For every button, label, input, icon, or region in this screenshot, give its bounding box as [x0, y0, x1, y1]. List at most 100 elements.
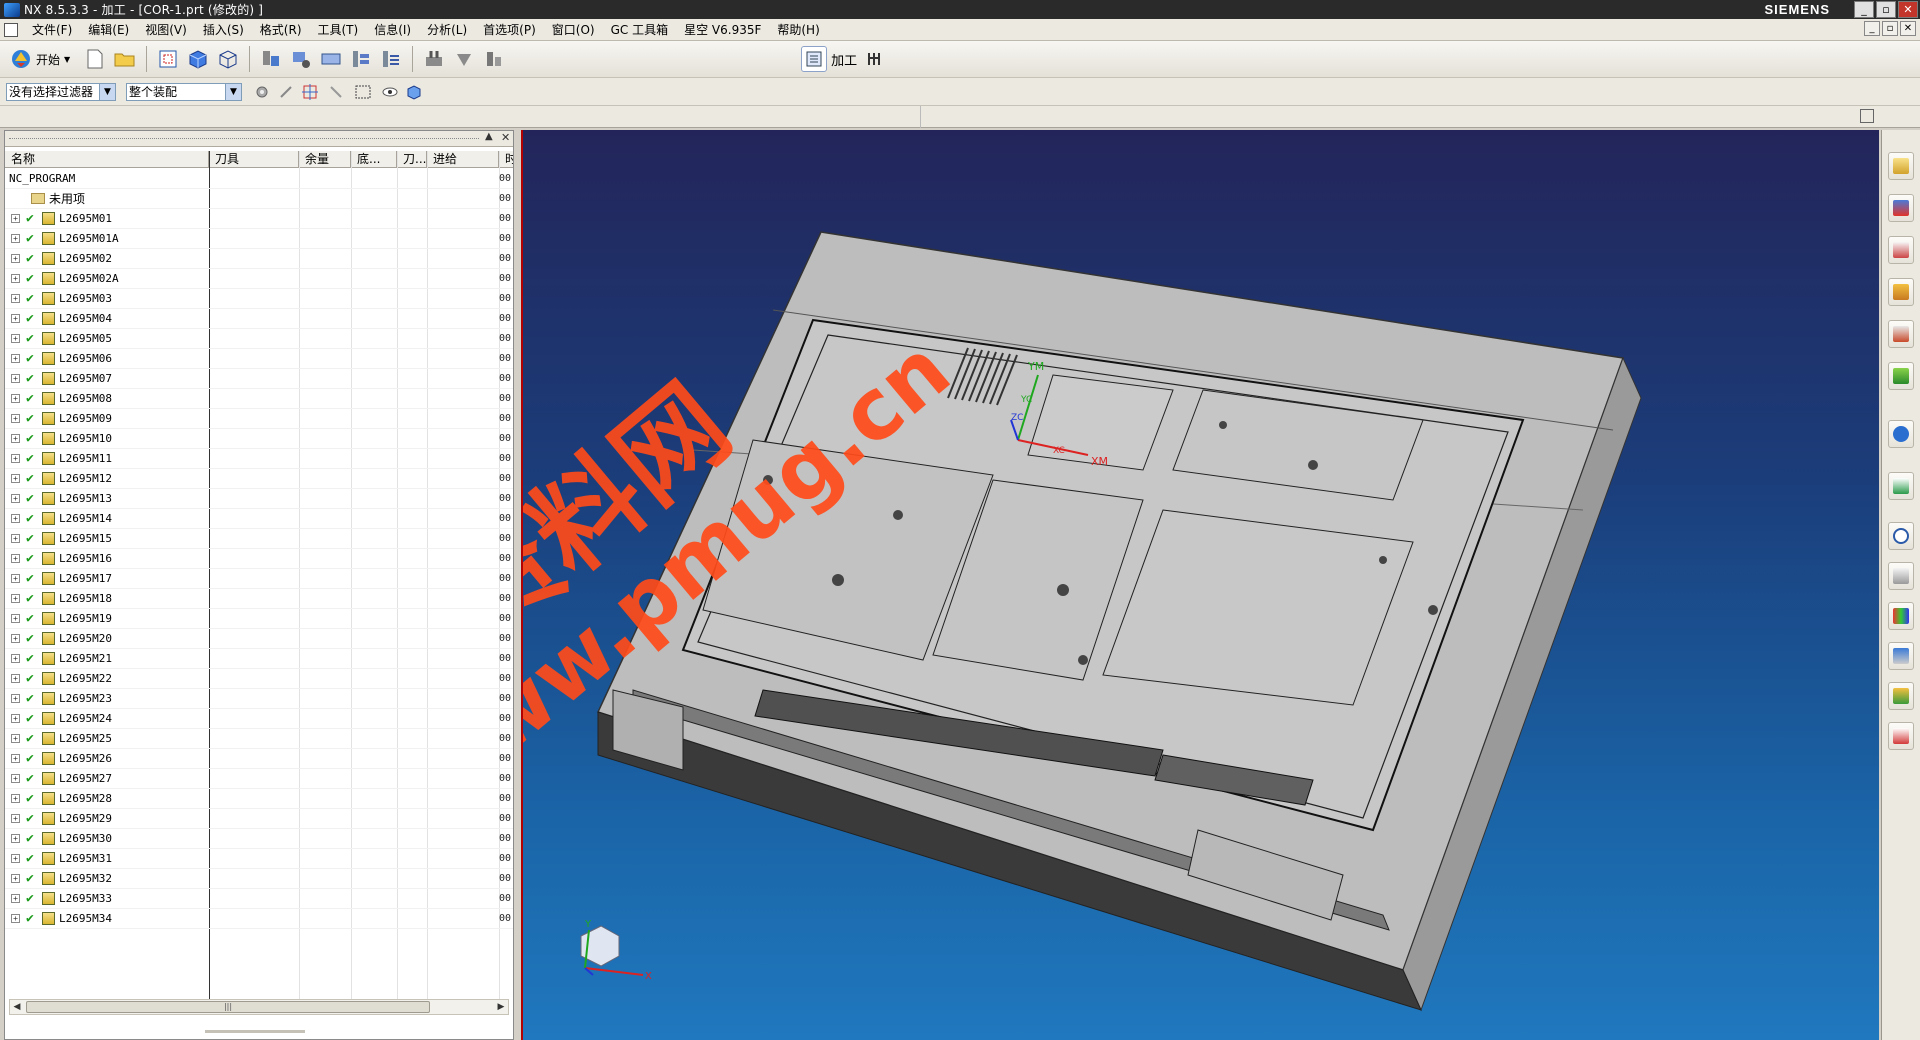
tree-root-row[interactable]: NC_PROGRAM 00: [5, 169, 513, 189]
manufacturing-wizard-tab[interactable]: [1888, 642, 1914, 670]
create-geometry-button[interactable]: [318, 46, 344, 72]
minimize-button[interactable]: _: [1854, 1, 1874, 18]
verify-toolpath-button[interactable]: [451, 46, 477, 72]
rectangle-select-button[interactable]: [350, 82, 376, 102]
doc-restore-button[interactable]: ▫: [1882, 21, 1898, 36]
close-button[interactable]: ✕: [1898, 1, 1918, 18]
operation-row[interactable]: + ✔ L2695M27 00: [5, 769, 513, 789]
history-tab[interactable]: [1888, 522, 1914, 550]
expand-icon[interactable]: +: [11, 834, 20, 843]
expand-icon[interactable]: +: [11, 274, 20, 283]
expand-icon[interactable]: +: [11, 794, 20, 803]
col-tool[interactable]: 刀具: [209, 151, 299, 167]
operation-row[interactable]: + ✔ L2695M03 00: [5, 289, 513, 309]
expand-icon[interactable]: +: [11, 894, 20, 903]
operation-row[interactable]: + ✔ L2695M14 00: [5, 509, 513, 529]
operation-row[interactable]: + ✔ L2695M34 00: [5, 909, 513, 929]
operation-row[interactable]: + ✔ L2695M05 00: [5, 329, 513, 349]
operation-row[interactable]: + ✔ L2695M20 00: [5, 629, 513, 649]
operation-row[interactable]: + ✔ L2695M02 00: [5, 249, 513, 269]
quick-pick-button[interactable]: [326, 82, 346, 102]
expand-icon[interactable]: +: [11, 354, 20, 363]
menu-analysis[interactable]: 分析(L): [419, 21, 475, 38]
expand-icon[interactable]: +: [11, 254, 20, 263]
generate-toolpath-button[interactable]: [421, 46, 447, 72]
expand-icon[interactable]: +: [11, 394, 20, 403]
operation-row[interactable]: + ✔ L2695M26 00: [5, 749, 513, 769]
hd3d-tab[interactable]: [1888, 320, 1914, 348]
operation-row[interactable]: + ✔ L2695M15 00: [5, 529, 513, 549]
operation-row[interactable]: + ✔ L2695M11 00: [5, 449, 513, 469]
expand-icon[interactable]: +: [11, 694, 20, 703]
expand-icon[interactable]: +: [11, 674, 20, 683]
create-method-button[interactable]: [348, 46, 374, 72]
expand-icon[interactable]: +: [11, 814, 20, 823]
operation-row[interactable]: + ✔ L2695M19 00: [5, 609, 513, 629]
expand-icon[interactable]: +: [11, 314, 20, 323]
operation-row[interactable]: + ✔ L2695M28 00: [5, 789, 513, 809]
col-stock[interactable]: 余量: [299, 151, 351, 167]
expand-icon[interactable]: +: [11, 774, 20, 783]
assembly-navigator-tab[interactable]: [1888, 152, 1914, 180]
col-tool-num[interactable]: 刀...: [397, 151, 427, 167]
expand-icon[interactable]: +: [11, 414, 20, 423]
menu-info[interactable]: 信息(I): [366, 21, 419, 38]
operation-row[interactable]: + ✔ L2695M22 00: [5, 669, 513, 689]
operation-row[interactable]: + ✔ L2695M25 00: [5, 729, 513, 749]
expand-icon[interactable]: +: [11, 734, 20, 743]
doc-minimize-button[interactable]: _: [1864, 21, 1880, 36]
postprocess-button[interactable]: [481, 46, 507, 72]
operation-row[interactable]: + ✔ L2695M13 00: [5, 489, 513, 509]
menu-insert[interactable]: 插入(S): [195, 21, 252, 38]
resize-grip[interactable]: [205, 1030, 305, 1033]
operation-row[interactable]: + ✔ L2695M06 00: [5, 349, 513, 369]
unused-items-row[interactable]: 未用项 00: [5, 189, 513, 209]
expand-icon[interactable]: +: [11, 514, 20, 523]
horizontal-scrollbar[interactable]: ◀ ||| ▶: [9, 999, 509, 1015]
expand-icon[interactable]: +: [11, 594, 20, 603]
operation-row[interactable]: + ✔ L2695M01 00: [5, 209, 513, 229]
type-filter-select[interactable]: 没有选择过滤器 ▼: [6, 82, 116, 101]
operation-row[interactable]: + ✔ L2695M01A 00: [5, 229, 513, 249]
graphics-window[interactable]: YM XM ZC YC XC X Y 编程资料网 www.pmug.cn: [521, 130, 1879, 1040]
doc-close-button[interactable]: ✕: [1900, 21, 1916, 36]
start-button[interactable]: 开始 ▼: [4, 45, 76, 73]
operation-row[interactable]: + ✔ L2695M18 00: [5, 589, 513, 609]
create-operation-button[interactable]: [378, 46, 404, 72]
expand-icon[interactable]: +: [11, 474, 20, 483]
operation-navigator-tab[interactable]: [1888, 362, 1914, 390]
operation-row[interactable]: + ✔ L2695M02A 00: [5, 269, 513, 289]
col-feed[interactable]: 进给: [427, 151, 499, 167]
operation-row[interactable]: + ✔ L2695M32 00: [5, 869, 513, 889]
col-name[interactable]: 名称: [5, 151, 209, 167]
expand-icon[interactable]: +: [11, 214, 20, 223]
expand-icon[interactable]: +: [11, 754, 20, 763]
expand-icon[interactable]: +: [11, 714, 20, 723]
operation-row[interactable]: + ✔ L2695M23 00: [5, 689, 513, 709]
expand-icon[interactable]: +: [11, 434, 20, 443]
expand-icon[interactable]: +: [11, 374, 20, 383]
operation-row[interactable]: + ✔ L2695M31 00: [5, 849, 513, 869]
fit-view-button[interactable]: [155, 46, 181, 72]
expand-icon[interactable]: +: [11, 654, 20, 663]
expand-icon[interactable]: +: [11, 294, 20, 303]
operation-row[interactable]: + ✔ L2695M29 00: [5, 809, 513, 829]
menu-view[interactable]: 视图(V): [137, 21, 195, 38]
constraint-navigator-tab[interactable]: [1888, 194, 1914, 222]
expand-icon[interactable]: +: [11, 234, 20, 243]
operation-row[interactable]: + ✔ L2695M04 00: [5, 309, 513, 329]
menu-xingkong[interactable]: 星空 V6.935F: [676, 21, 769, 38]
operation-row[interactable]: + ✔ L2695M24 00: [5, 709, 513, 729]
roles-tab[interactable]: [1888, 682, 1914, 710]
web-browser-tab[interactable]: [1888, 472, 1914, 500]
delete-button[interactable]: [861, 46, 887, 72]
menu-tools[interactable]: 工具(T): [310, 21, 367, 38]
create-program-button[interactable]: [258, 46, 284, 72]
menu-window[interactable]: 窗口(O): [544, 21, 603, 38]
machining-button[interactable]: 加工: [831, 46, 857, 72]
snap-point-button[interactable]: [276, 82, 296, 102]
information-tab[interactable]: [1888, 420, 1914, 448]
expand-icon[interactable]: +: [11, 554, 20, 563]
expand-icon[interactable]: +: [11, 874, 20, 883]
reuse-library-tab[interactable]: [1888, 278, 1914, 306]
